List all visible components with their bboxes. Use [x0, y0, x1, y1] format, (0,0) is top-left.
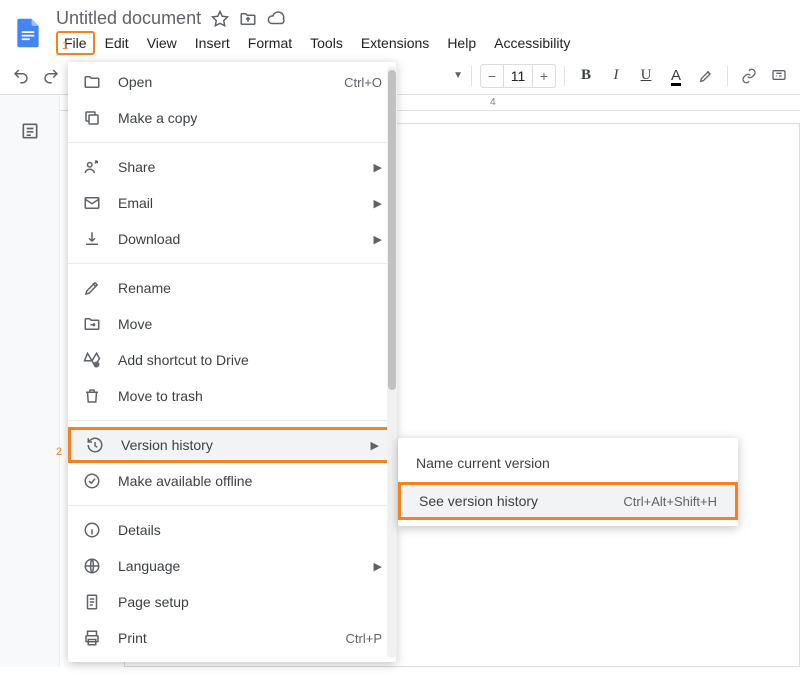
- menu-label: Make a copy: [118, 110, 382, 126]
- menu-label: Share: [118, 159, 358, 175]
- menu-item-language[interactable]: Language ▶: [68, 548, 396, 584]
- menu-scrollbar[interactable]: [387, 66, 397, 658]
- menu-item-version-history[interactable]: Version history ▶: [68, 427, 396, 463]
- menu-separator: [68, 263, 396, 264]
- undo-button[interactable]: [8, 63, 34, 89]
- menu-separator: [68, 142, 396, 143]
- info-icon: [82, 521, 102, 539]
- chevron-right-icon: ▶: [374, 560, 382, 573]
- move-icon: [82, 315, 102, 333]
- menu-format[interactable]: Format: [240, 31, 300, 55]
- menu-label: Download: [118, 231, 358, 247]
- menu-item-details[interactable]: Details: [68, 512, 396, 548]
- menu-label: See version history: [419, 493, 607, 509]
- document-title[interactable]: Untitled document: [56, 8, 201, 29]
- menu-separator: [68, 420, 396, 421]
- menu-item-page-setup[interactable]: Page setup: [68, 584, 396, 620]
- menu-label: Print: [118, 630, 330, 646]
- menu-edit[interactable]: Edit: [97, 31, 137, 55]
- rename-icon: [82, 279, 102, 297]
- offline-icon: [82, 472, 102, 490]
- submenu-name-current[interactable]: Name current version: [398, 444, 738, 482]
- trash-icon: [82, 387, 102, 405]
- print-icon: [82, 629, 102, 647]
- menu-separator: [68, 505, 396, 506]
- menu-item-add-shortcut[interactable]: Add shortcut to Drive: [68, 342, 396, 378]
- menu-insert[interactable]: Insert: [187, 31, 238, 55]
- menu-item-share[interactable]: Share ▶: [68, 149, 396, 185]
- share-icon: [82, 158, 102, 176]
- star-icon[interactable]: [211, 10, 229, 28]
- copy-icon: [82, 109, 102, 127]
- menu-label: Name current version: [416, 455, 720, 471]
- download-icon: [82, 230, 102, 248]
- chevron-right-icon: ▶: [371, 439, 379, 452]
- chevron-right-icon: ▶: [374, 197, 382, 210]
- link-button[interactable]: [736, 63, 762, 89]
- history-icon: [85, 436, 105, 454]
- menu-label: Make available offline: [118, 473, 382, 489]
- menu-item-make-copy[interactable]: Make a copy: [68, 100, 396, 136]
- menu-shortcut: Ctrl+P: [346, 631, 382, 646]
- chevron-right-icon: ▶: [374, 233, 382, 246]
- chevron-right-icon: ▶: [374, 161, 382, 174]
- submenu-see-history[interactable]: See version history Ctrl+Alt+Shift+H: [398, 482, 738, 520]
- menu-accessibility[interactable]: Accessibility: [486, 31, 578, 55]
- menu-label: Add shortcut to Drive: [118, 352, 382, 368]
- font-size-control[interactable]: − 11 +: [480, 64, 556, 88]
- menu-label: Move to trash: [118, 388, 382, 404]
- redo-button[interactable]: [38, 63, 64, 89]
- menu-item-print[interactable]: Print Ctrl+P: [68, 620, 396, 656]
- menu-item-move[interactable]: Move: [68, 306, 396, 342]
- menu-label: Language: [118, 558, 358, 574]
- menu-extensions[interactable]: Extensions: [353, 31, 437, 55]
- font-size-minus[interactable]: −: [481, 65, 503, 87]
- annotation-2: 2: [56, 446, 62, 458]
- highlight-button[interactable]: [693, 63, 719, 89]
- menu-item-email[interactable]: Email ▶: [68, 185, 396, 221]
- underline-button[interactable]: U: [633, 63, 659, 89]
- left-gutter: [0, 95, 60, 667]
- outline-icon[interactable]: [20, 121, 40, 667]
- move-folder-icon[interactable]: [239, 10, 257, 28]
- file-menu: Open Ctrl+O Make a copy Share ▶ Email ▶ …: [68, 62, 396, 662]
- menu-label: Details: [118, 522, 382, 538]
- globe-icon: [82, 557, 102, 575]
- italic-button[interactable]: I: [603, 63, 629, 89]
- annotation-1: 1: [62, 40, 68, 52]
- menu-help[interactable]: Help: [439, 31, 484, 55]
- comment-button[interactable]: [766, 63, 792, 89]
- page-setup-icon: [82, 593, 102, 611]
- menu-item-download[interactable]: Download ▶: [68, 221, 396, 257]
- version-history-submenu: Name current version See version history…: [398, 438, 738, 526]
- menu-label: Email: [118, 195, 358, 211]
- menu-label: Version history: [121, 437, 355, 453]
- cloud-status-icon[interactable]: [267, 10, 285, 28]
- menu-item-offline[interactable]: Make available offline: [68, 463, 396, 499]
- bold-button[interactable]: B: [573, 63, 599, 89]
- menu-shortcut: Ctrl+O: [344, 75, 382, 90]
- chevron-down-icon[interactable]: ▼: [453, 70, 463, 81]
- menu-item-open[interactable]: Open Ctrl+O: [68, 64, 396, 100]
- text-color-button[interactable]: A: [663, 63, 689, 89]
- menu-item-rename[interactable]: Rename: [68, 270, 396, 306]
- menu-label: Open: [118, 74, 328, 90]
- menu-view[interactable]: View: [139, 31, 185, 55]
- docs-logo[interactable]: [10, 15, 46, 51]
- menu-shortcut: Ctrl+Alt+Shift+H: [623, 494, 717, 509]
- titlebar: Untitled document File Edit View Insert …: [0, 0, 800, 57]
- menu-label: Page setup: [118, 594, 382, 610]
- drive-shortcut-icon: [82, 351, 102, 369]
- font-size-plus[interactable]: +: [533, 65, 555, 87]
- email-icon: [82, 194, 102, 212]
- ruler-mark: 4: [490, 97, 496, 108]
- menu-item-trash[interactable]: Move to trash: [68, 378, 396, 414]
- menu-label: Move: [118, 316, 382, 332]
- menu-label: Rename: [118, 280, 382, 296]
- font-size-value[interactable]: 11: [503, 65, 533, 87]
- folder-icon: [82, 73, 102, 91]
- menu-tools[interactable]: Tools: [302, 31, 351, 55]
- menubar: File Edit View Insert Format Tools Exten…: [56, 31, 578, 57]
